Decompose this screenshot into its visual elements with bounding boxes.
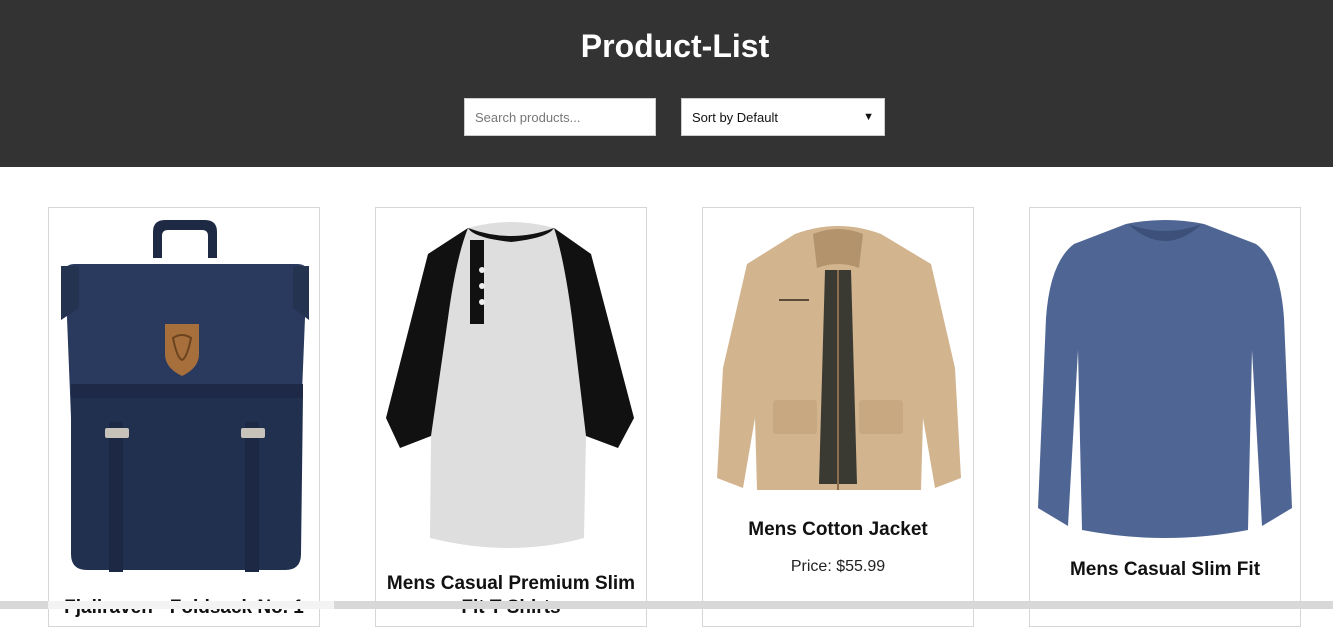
- sort-selected-label: Sort by Default: [692, 109, 778, 125]
- product-image-raglan-henley-shirt: [386, 222, 634, 548]
- search-input[interactable]: [464, 98, 656, 136]
- product-name[interactable]: Mens Casual Slim Fit: [1038, 558, 1292, 582]
- product-name[interactable]: Mens Casual Premium Slim Fit T-Shirts: [384, 572, 638, 620]
- sort-select[interactable]: Sort by Default ▼: [681, 98, 885, 136]
- product-price: Price: $55.99: [790, 558, 886, 575]
- product-image-khaki-jacket: [717, 226, 961, 490]
- chevron-down-icon: ▼: [863, 111, 874, 123]
- product-card[interactable]: Mens Casual Slim Fit: [1029, 207, 1301, 627]
- product-image-blue-long-sleeve-shirt: [1038, 220, 1292, 538]
- product-name[interactable]: Mens Cotton Jacket: [711, 518, 965, 542]
- page-title: Product-List: [580, 28, 770, 64]
- product-card[interactable]: Mens Cotton Jacket Price: $55.99: [702, 207, 974, 627]
- product-card[interactable]: Mens Casual Premium Slim Fit T-Shirts: [375, 207, 647, 627]
- page-header: Product-List Sort by Default ▼: [0, 0, 1333, 167]
- product-card[interactable]: Fjallraven - Foldsack No. 1: [48, 207, 320, 627]
- product-image-navy-backpack: [61, 220, 309, 572]
- scrollbar-thumb[interactable]: [48, 601, 334, 609]
- horizontal-scrollbar[interactable]: [0, 601, 1333, 609]
